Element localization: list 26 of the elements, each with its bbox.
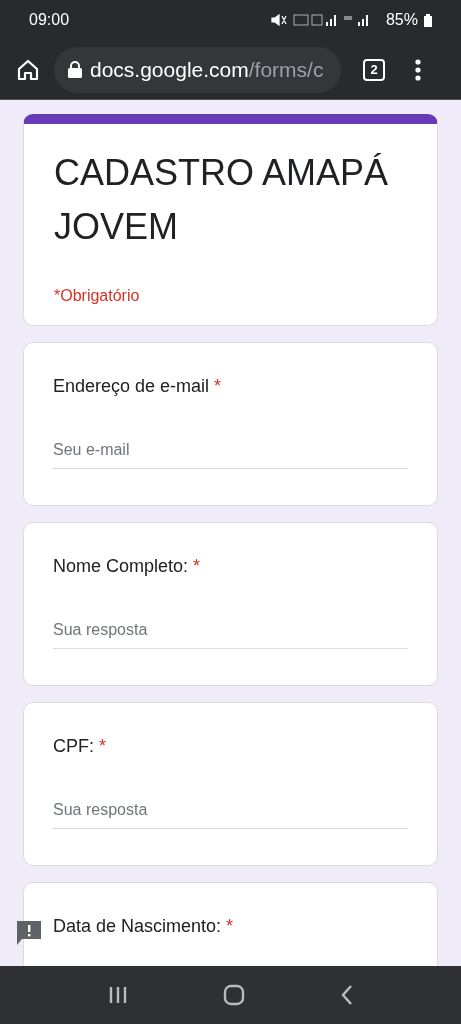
recent-apps-icon[interactable] [107,985,128,1005]
back-icon[interactable] [339,984,354,1006]
tab-count-button[interactable]: 2 [363,58,385,81]
required-mark: * [193,555,201,578]
battery-icon [424,13,432,27]
answer-field[interactable]: Seu e-mail [53,438,408,469]
required-mark: * [226,915,234,938]
question-label: CPF: [53,735,94,758]
home-icon[interactable] [16,57,40,82]
form-title: CADASTRO AMAPÁ JOVEM [54,151,390,249]
battery-percent: 85% [385,10,418,30]
answer-field[interactable]: Sua resposta [53,618,408,649]
address-bar[interactable]: docs.google.com/forms/c [54,46,341,93]
required-mark: * [214,375,222,398]
question-label: Data de Nascimento: [53,915,222,938]
lock-icon [68,61,82,78]
url-text: docs.google.com/forms/c [90,56,324,83]
question-label: Nome Completo: [53,555,189,578]
report-icon[interactable] [17,921,41,945]
home-button-icon[interactable] [222,984,245,1006]
more-icon[interactable] [415,58,421,81]
required-note: *Obrigatório [54,286,141,306]
question-label: Endereço de e-mail [53,375,210,398]
required-mark: * [99,735,107,758]
clock: 09:00 [29,10,70,30]
answer-field[interactable]: Sua resposta [53,798,408,829]
